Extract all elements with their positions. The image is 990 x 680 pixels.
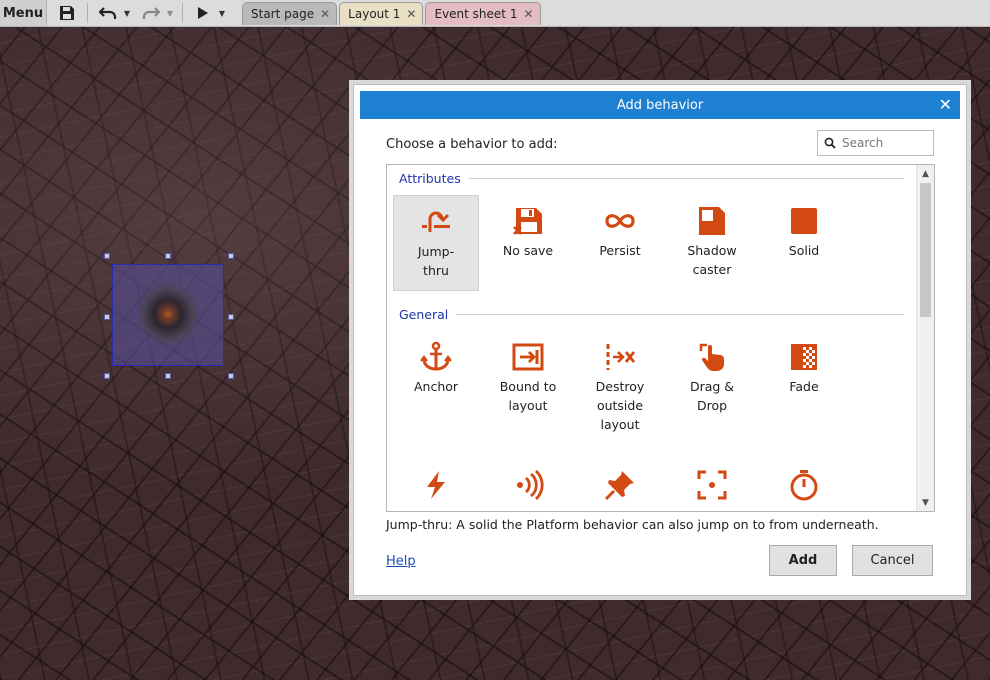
resize-handle[interactable]: [228, 373, 234, 379]
redo-dropdown-caret-icon[interactable]: ▼: [165, 0, 175, 26]
timer-icon: [790, 470, 818, 501]
close-icon[interactable]: ✕: [939, 95, 952, 115]
tab-label: Start page: [251, 7, 315, 21]
close-icon[interactable]: ✕: [406, 7, 416, 21]
behavior-label: Drag & Drop: [689, 379, 735, 413]
behavior-list: Attributes Jump-thru No save Persist Sha…: [386, 164, 935, 512]
behavior-item-anchor[interactable]: Anchor: [393, 331, 479, 427]
behavior-item-bound-to-layout[interactable]: Bound to layout: [485, 331, 571, 427]
behavior-item-destroy-outside-layout[interactable]: Destroy outside layout: [577, 331, 663, 432]
category-header-general: General: [399, 307, 904, 322]
add-behavior-dialog: Add behavior ✕ Choose a behavior to add:…: [353, 84, 967, 596]
play-icon: [198, 7, 208, 19]
scrollbar-thumb[interactable]: [920, 183, 931, 317]
behavior-item-drag-drop[interactable]: Drag & Drop: [669, 331, 755, 427]
pin-icon: [604, 471, 634, 501]
scroll-up-arrow-icon[interactable]: ▲: [917, 165, 934, 182]
anchor-icon: [420, 341, 452, 371]
cancel-button[interactable]: Cancel: [852, 545, 933, 576]
jump-thru-icon: [422, 211, 450, 232]
dialog-prompt: Choose a behavior to add:: [386, 137, 558, 152]
behavior-item-partial[interactable]: [577, 459, 663, 511]
resize-handle[interactable]: [104, 253, 110, 259]
search-input[interactable]: [842, 136, 922, 150]
drag-drop-icon: [699, 343, 724, 371]
resize-handle[interactable]: [104, 373, 110, 379]
save-button[interactable]: [52, 0, 82, 26]
behavior-label: Persist: [599, 243, 641, 258]
undo-button[interactable]: [94, 0, 122, 26]
behavior-item-partial[interactable]: [669, 459, 755, 511]
behavior-label: Destroy outside layout: [595, 379, 645, 432]
list-scrollbar[interactable]: ▲ ▼: [916, 165, 934, 511]
undo-dropdown-caret-icon[interactable]: ▼: [122, 0, 132, 26]
no-save-icon: [513, 208, 542, 235]
behavior-item-partial[interactable]: [393, 459, 479, 511]
resize-handle[interactable]: [104, 314, 110, 320]
behavior-label: Bound to layout: [499, 379, 557, 413]
behavior-description: Jump-thru: A solid the Platform behavior…: [386, 517, 879, 532]
behavior-label: Fade: [789, 379, 819, 394]
add-button[interactable]: Add: [769, 545, 837, 576]
sprite-image: [135, 283, 201, 345]
undo-icon: [99, 7, 117, 19]
toolbar-separator: [87, 3, 88, 23]
search-icon: [824, 137, 836, 149]
behavior-item-partial[interactable]: [761, 459, 847, 511]
tab-label: Layout 1: [348, 7, 401, 21]
dialog-title: Add behavior: [616, 97, 704, 113]
menu-button[interactable]: Menu: [0, 0, 47, 26]
tab-label: Event sheet 1: [434, 7, 518, 21]
dialog-title-bar: Add behavior ✕: [360, 91, 960, 119]
close-icon[interactable]: ✕: [523, 7, 533, 21]
help-link[interactable]: Help: [386, 554, 416, 569]
behavior-item-jump-thru[interactable]: Jump-thru: [393, 195, 479, 291]
fade-icon: [791, 344, 817, 370]
behavior-label: Jump-thru: [417, 244, 455, 278]
behavior-item-persist[interactable]: Persist: [577, 195, 663, 291]
tab-start-page[interactable]: Start page ✕: [242, 2, 338, 25]
preview-button[interactable]: [190, 0, 216, 26]
tab-event-sheet-1[interactable]: Event sheet 1 ✕: [425, 2, 541, 25]
search-box[interactable]: [817, 130, 934, 156]
toolbar-separator: [182, 3, 183, 23]
resize-handle[interactable]: [165, 373, 171, 379]
resize-handle[interactable]: [228, 253, 234, 259]
behavior-label: Anchor: [413, 379, 459, 394]
save-icon: [60, 6, 74, 20]
resize-handle[interactable]: [165, 253, 171, 259]
redo-icon: [142, 7, 160, 19]
behavior-label: No save: [502, 243, 554, 258]
document-tabs: Start page ✕ Layout 1 ✕ Event sheet 1 ✕: [242, 2, 541, 26]
solid-icon: [791, 208, 817, 234]
scroll-to-icon: [697, 470, 727, 500]
category-header-attributes: Attributes: [399, 171, 904, 186]
main-toolbar: Menu ▼ ▼ ▼ Start page ✕ Layout 1 ✕ Event…: [0, 0, 990, 27]
scroll-down-arrow-icon[interactable]: ▼: [917, 494, 934, 511]
behavior-item-fade[interactable]: Fade: [761, 331, 847, 427]
category-label: Attributes: [399, 171, 461, 186]
behavior-label: Solid: [788, 243, 820, 258]
signal-icon: [517, 469, 544, 501]
persist-icon: [605, 214, 635, 228]
destroy-outside-layout-icon: [606, 344, 636, 370]
behavior-item-no-save[interactable]: No save: [485, 195, 571, 291]
behavior-label: Shadow caster: [687, 243, 737, 277]
redo-button[interactable]: [137, 0, 165, 26]
category-label: General: [399, 307, 449, 322]
resize-handle[interactable]: [228, 314, 234, 320]
selected-sprite-object[interactable]: [112, 264, 224, 366]
behavior-item-partial[interactable]: [485, 459, 571, 511]
close-icon[interactable]: ✕: [320, 7, 330, 21]
preview-dropdown-caret-icon[interactable]: ▼: [217, 0, 227, 26]
flash-icon: [427, 471, 445, 499]
tab-layout-1[interactable]: Layout 1 ✕: [339, 2, 424, 25]
shadow-caster-icon: [699, 207, 725, 235]
behavior-item-solid[interactable]: Solid: [761, 195, 847, 291]
behavior-item-shadow-caster[interactable]: Shadow caster: [669, 195, 755, 291]
bound-to-layout-icon: [512, 343, 544, 371]
